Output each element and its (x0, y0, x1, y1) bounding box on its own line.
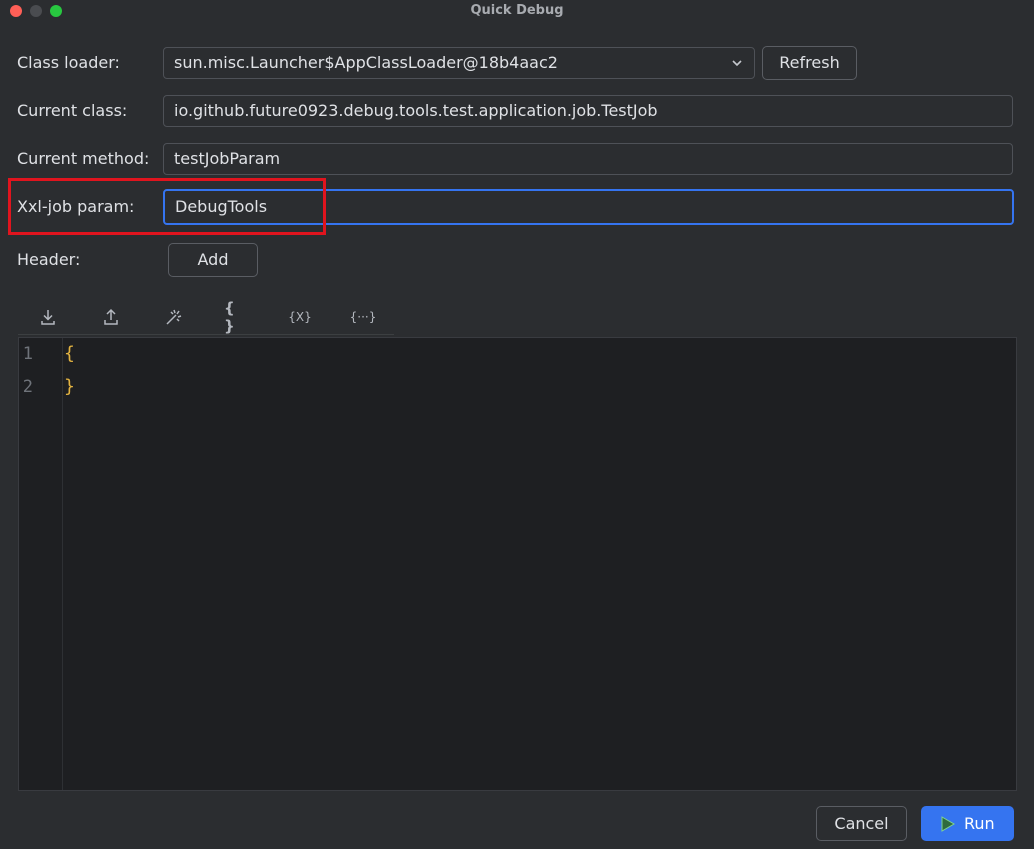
class-loader-value: sun.misc.Launcher$AppClassLoader@18b4aac… (174, 53, 558, 72)
line-number-gutter: 1 2 (19, 338, 63, 790)
line-number: 2 (22, 377, 33, 397)
code-line[interactable]: { (64, 343, 75, 364)
title-bar: Quick Debug (0, 0, 1034, 22)
run-button[interactable]: Run (921, 806, 1014, 841)
header-label: Header: (17, 250, 81, 269)
window-title: Quick Debug (470, 3, 564, 18)
json-editor[interactable]: 1 2 { } (18, 337, 1017, 791)
highlight-annotation-box (8, 178, 326, 235)
variable-icon[interactable]: {X} (287, 304, 313, 330)
cancel-button[interactable]: Cancel (816, 806, 907, 841)
refresh-button[interactable]: Refresh (762, 46, 857, 80)
class-loader-label: Class loader: (17, 53, 120, 72)
toolbar-divider (18, 334, 394, 335)
magic-wand-icon[interactable] (161, 304, 187, 330)
run-button-label: Run (964, 814, 995, 833)
chevron-down-icon (732, 60, 742, 67)
ellipsis-braces-icon[interactable]: {···} (350, 304, 377, 330)
braces-icon[interactable]: { } (224, 299, 250, 335)
code-line[interactable]: } (64, 376, 75, 397)
current-class-field[interactable]: io.github.future0923.debug.tools.test.ap… (163, 95, 1013, 127)
current-class-label: Current class: (17, 101, 128, 120)
line-number: 1 (22, 344, 33, 364)
class-loader-select[interactable]: sun.misc.Launcher$AppClassLoader@18b4aac… (163, 47, 755, 79)
play-icon (941, 816, 955, 832)
current-method-label: Current method: (17, 149, 150, 168)
add-header-button[interactable]: Add (168, 243, 258, 277)
import-icon[interactable] (35, 304, 61, 330)
current-method-field[interactable]: testJobParam (163, 143, 1013, 175)
export-icon[interactable] (98, 304, 124, 330)
